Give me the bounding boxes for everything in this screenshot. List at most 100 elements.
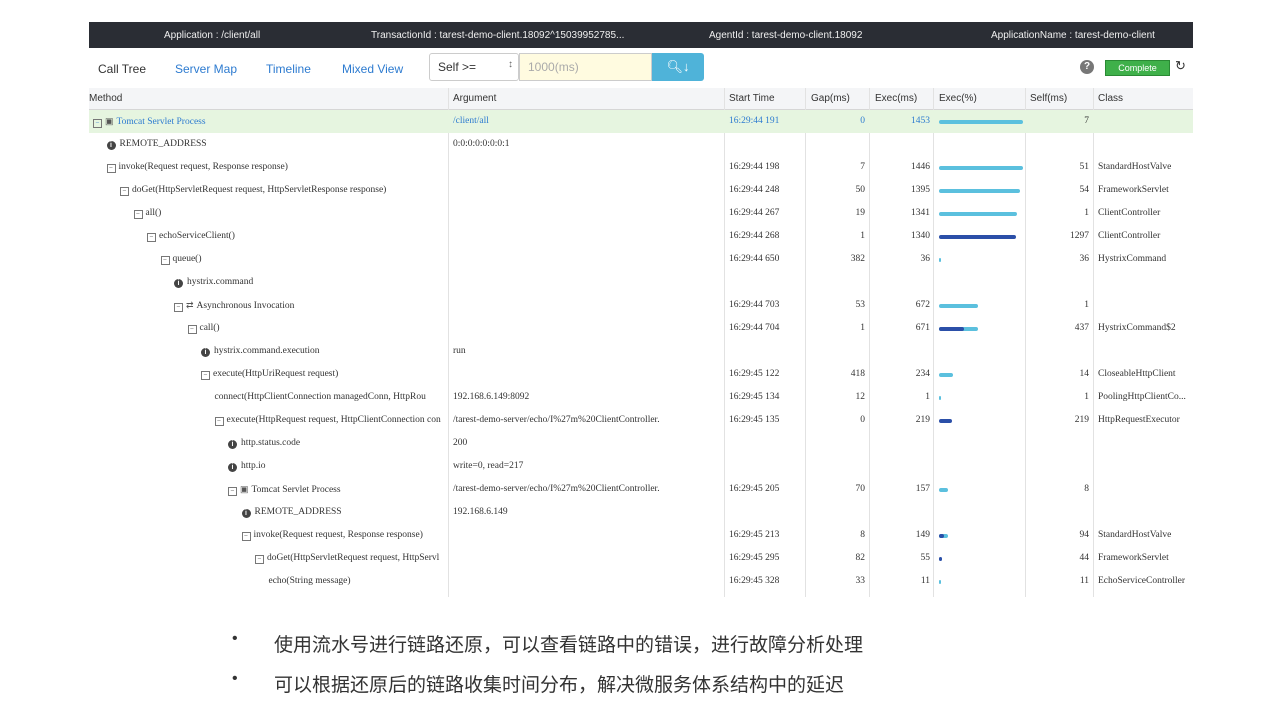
column-self[interactable]: Self(ms)	[1030, 93, 1067, 104]
exec-percent-bar	[939, 580, 941, 584]
collapse-toggle-icon[interactable]: −	[187, 325, 197, 334]
table-row[interactable]: − doGet(HttpServletRequest request, HttpS…	[89, 179, 1193, 202]
tab-call-tree[interactable]: Call Tree	[98, 62, 146, 76]
method-cell: − queue()	[89, 254, 519, 265]
column-method[interactable]: Method	[89, 93, 122, 104]
table-row[interactable]: − execute(HttpUriRequest request) 16:29:45…	[89, 363, 1193, 386]
table-row[interactable]: i hystrix.command.execution run	[89, 340, 1193, 363]
self-cell: 219	[1074, 415, 1089, 425]
method-cell: − execute(HttpUriRequest request)	[89, 369, 559, 380]
transaction-info-bar: Application : /client/all TransactionId …	[89, 22, 1193, 48]
collapse-toggle-icon[interactable]: −	[120, 187, 129, 196]
filter-select[interactable]: Self >= ↕	[429, 53, 519, 81]
exec-cell: 1453	[911, 116, 930, 126]
table-row[interactable]: − ▣ Tomcat Servlet Process/tarest-demo-ser…	[89, 478, 1193, 501]
start-time-cell: 16:29:44 268	[729, 231, 780, 241]
table-row[interactable]: i REMOTE_ADDRESS 192.168.6.149	[89, 501, 1193, 524]
bullet-text: 可以根据还原后的链路收集时间分布，解决微服务体系结构中的延迟	[274, 675, 845, 696]
self-cell: 7	[1084, 116, 1089, 126]
tab-mixed-view[interactable]: Mixed View	[342, 62, 403, 76]
call-tree-body: − ▣ Tomcat Servlet Process/client/all 16:29…	[89, 110, 1193, 593]
screenshot-panel: Application : /client/all TransactionId …	[89, 22, 1193, 597]
self-cell: 54	[1079, 185, 1090, 195]
bullet-text: 使用流水号进行链路还原，可以查看链路中的错误，进行故障分析处理	[274, 635, 864, 656]
column-class[interactable]: Class	[1098, 93, 1123, 104]
help-icon[interactable]: ?	[1080, 60, 1094, 74]
exec-cell: 672	[915, 300, 930, 310]
exec-percent-bar	[939, 373, 953, 377]
column-exec[interactable]: Exec(ms)	[875, 93, 917, 104]
table-row[interactable]: i REMOTE_ADDRESS 0:0:0:0:0:0:0:1	[89, 133, 1193, 156]
refresh-icon[interactable]: ↻	[1175, 58, 1186, 74]
search-button[interactable]: 🔍︎↓	[652, 53, 704, 81]
table-row[interactable]: − all() 16:29:44 267 19 1341 1 ClientControlle…	[89, 202, 1193, 225]
table-row[interactable]: − invoke(Request request, Response respon…	[89, 524, 1193, 547]
table-row[interactable]: i hystrix.command	[89, 271, 1193, 294]
collapse-toggle-icon[interactable]: −	[93, 119, 102, 128]
start-time-cell: 16:29:44 703	[729, 300, 780, 310]
column-argument[interactable]: Argument	[453, 93, 496, 104]
class-cell: HystrixCommand$2	[1098, 323, 1176, 333]
collapse-toggle-icon[interactable]: −	[160, 256, 170, 265]
self-cell: 14	[1079, 369, 1090, 379]
table-row[interactable]: i http.status.code 200	[89, 432, 1193, 455]
class-cell: PoolingHttpClientCo...	[1098, 392, 1186, 402]
exec-percent-bar	[939, 534, 948, 538]
start-time-cell: 16:29:44 650	[729, 254, 780, 264]
collapse-toggle-icon[interactable]: −	[133, 210, 143, 219]
collapse-toggle-icon[interactable]: −	[106, 164, 116, 173]
table-row[interactable]: − doGet(HttpServletRequest request, HttpS…	[89, 547, 1193, 570]
exec-cell: 55	[920, 553, 931, 563]
gap-cell: 50	[855, 185, 866, 195]
collapse-toggle-icon[interactable]: −	[201, 371, 210, 380]
start-time-cell: 16:29:44 191	[729, 116, 780, 126]
class-cell: CloseableHttpClient	[1098, 369, 1176, 379]
table-row[interactable]: echo(String message) 16:29:45 328 33 11 11 Ec…	[89, 570, 1193, 593]
table-row[interactable]: − queue() 16:29:44 650 382 36 36 HystrixComman…	[89, 248, 1193, 271]
info-icon: i	[228, 463, 237, 472]
table-row[interactable]: connect(HttpClientConnection managedConn…	[89, 386, 1193, 409]
column-exec-pct[interactable]: Exec(%)	[939, 93, 977, 104]
tab-timeline[interactable]: Timeline	[266, 62, 311, 76]
start-time-cell: 16:29:45 328	[729, 576, 780, 586]
exec-percent-bar	[939, 488, 949, 492]
method-cell: − echoServiceClient()	[89, 231, 505, 242]
table-row[interactable]: i http.io write=0, read=217	[89, 455, 1193, 478]
collapse-toggle-icon[interactable]: −	[147, 233, 156, 242]
filter-input[interactable]: 1000(ms)	[519, 53, 652, 81]
table-row[interactable]: − invoke(Request request, Response respon…	[89, 156, 1193, 179]
collapse-toggle-icon[interactable]: −	[241, 532, 251, 541]
gap-cell: 418	[850, 369, 865, 379]
argument-cell: /tarest-demo-server/echo/I%27m%20ClientC…	[453, 415, 660, 425]
method-name: REMOTE_ADDRESS	[119, 139, 207, 149]
collapse-toggle-icon[interactable]: −	[228, 487, 237, 496]
call-tree-header: Method Argument Start Time Gap(ms) Exec(…	[89, 88, 1193, 110]
toolbar: Call Tree Server Map Timeline Mixed View…	[89, 48, 1193, 89]
table-row[interactable]: − call() 16:29:44 704 1 671 437 HystrixCommand…	[89, 317, 1193, 340]
class-cell: ClientController	[1098, 208, 1161, 218]
filter-select-value: Self >=	[438, 60, 477, 74]
exec-cell: 234	[915, 369, 930, 379]
column-gap[interactable]: Gap(ms)	[811, 93, 850, 104]
table-row[interactable]: − echoServiceClient() 16:29:44 268 1 1340 129…	[89, 225, 1193, 248]
start-time-cell: 16:29:44 704	[729, 323, 780, 333]
collapse-toggle-icon[interactable]: −	[214, 417, 224, 426]
table-row[interactable]: − ▣ Tomcat Servlet Process/client/all 16:29…	[89, 110, 1193, 133]
tab-server-map[interactable]: Server Map	[175, 62, 237, 76]
exec-cell: 219	[915, 415, 930, 425]
gap-cell: 19	[855, 208, 866, 218]
exec-cell: 157	[915, 484, 930, 494]
collapse-toggle-icon[interactable]: −	[174, 303, 183, 312]
table-row[interactable]: − ⇄ Asynchronous Invocation 16:29:44 703 53 6…	[89, 294, 1193, 317]
self-percent-bar	[939, 534, 945, 538]
argument-cell: 0:0:0:0:0:0:0:1	[453, 139, 510, 149]
method-cell: echo(String message)	[89, 576, 627, 586]
method-name: Tomcat Servlet Process	[116, 117, 206, 127]
argument-cell: 192.168.6.149	[453, 507, 508, 517]
exec-percent-bar	[939, 419, 952, 423]
table-row[interactable]: − execute(HttpRequest request, HttpClient…	[89, 409, 1193, 432]
column-start-time[interactable]: Start Time	[729, 93, 775, 104]
exec-cell: 1341	[911, 208, 930, 218]
collapse-toggle-icon[interactable]: −	[255, 555, 264, 564]
method-cell: − invoke(Request request, Response respon…	[89, 530, 600, 541]
